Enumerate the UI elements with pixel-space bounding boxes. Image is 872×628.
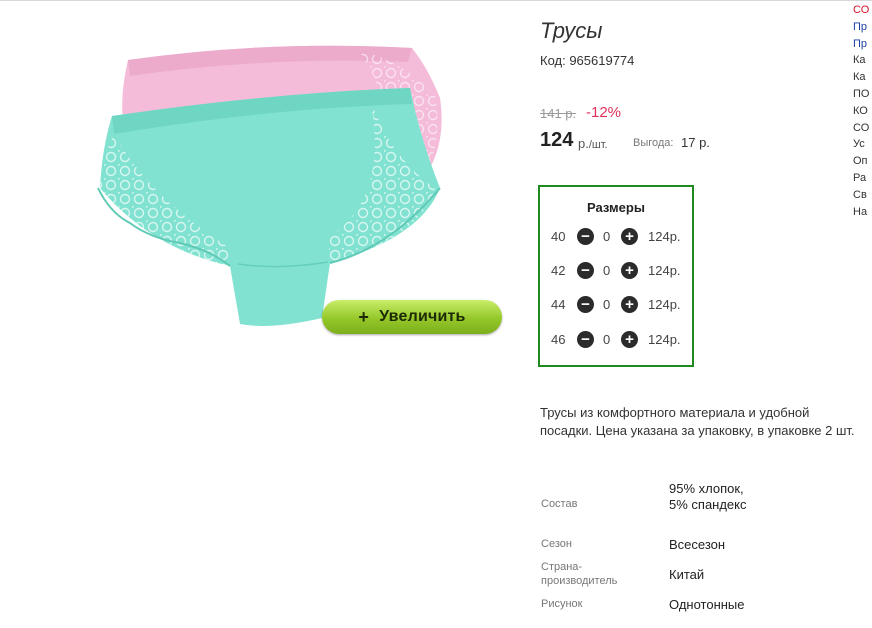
panties-illustration bbox=[97, 45, 442, 326]
size-price: 124р. bbox=[648, 297, 681, 312]
top-divider bbox=[0, 0, 872, 1]
right-link[interactable]: Пр bbox=[853, 19, 869, 36]
discount-badge: -12% bbox=[586, 104, 622, 121]
size-price: 124р. bbox=[648, 229, 681, 244]
right-link[interactable]: Ус bbox=[853, 136, 869, 153]
right-link[interactable]: Св bbox=[853, 187, 869, 204]
current-price: 124 bbox=[540, 129, 574, 151]
product-code: Код: 965619774 bbox=[540, 53, 635, 68]
minus-icon[interactable]: − bbox=[577, 228, 594, 245]
sizes-title: Размеры bbox=[587, 200, 645, 215]
size-row: 46 − 0 + 124р. bbox=[540, 330, 692, 350]
property-label: Рисунок bbox=[541, 598, 583, 610]
right-link[interactable]: СО bbox=[853, 2, 869, 19]
benefit-label: Выгода: bbox=[633, 137, 674, 149]
right-link[interactable]: ПО bbox=[853, 86, 869, 103]
product-description: Трусы из комфортного материала и удобной… bbox=[540, 405, 855, 438]
size-row: 42 − 0 + 124р. bbox=[540, 261, 692, 281]
size-value: 46 bbox=[551, 332, 566, 347]
right-column-links: СО Пр Пр Ка Ка ПО КО СО Ус Оп Ра Св На bbox=[853, 2, 869, 220]
size-value: 40 bbox=[551, 229, 566, 244]
zoom-button[interactable]: + Увеличить bbox=[322, 300, 502, 334]
property-value: Всесезон bbox=[669, 537, 726, 552]
right-link[interactable]: Ка bbox=[853, 52, 869, 69]
property-value: Однотонные bbox=[669, 597, 745, 612]
plus-icon: + bbox=[358, 306, 370, 327]
product-image[interactable] bbox=[90, 38, 460, 338]
plus-icon[interactable]: + bbox=[621, 228, 638, 245]
property-label: Сезон bbox=[541, 538, 572, 550]
size-value: 42 bbox=[551, 263, 566, 278]
property-label: Состав bbox=[541, 498, 578, 510]
property-label: Страна-производитель bbox=[541, 561, 618, 587]
right-link[interactable]: Ка bbox=[853, 69, 869, 86]
price-unit: р./шт. bbox=[578, 136, 608, 151]
zoom-button-label: Увеличить bbox=[379, 308, 466, 325]
old-price: 141 р. bbox=[540, 106, 577, 121]
size-price: 124р. bbox=[648, 332, 681, 347]
size-row: 40 − 0 + 124р. bbox=[540, 227, 692, 247]
minus-icon[interactable]: − bbox=[577, 262, 594, 279]
size-quantity[interactable]: 0 bbox=[603, 229, 610, 244]
plus-icon[interactable]: + bbox=[621, 331, 638, 348]
size-price: 124р. bbox=[648, 263, 681, 278]
size-quantity[interactable]: 0 bbox=[603, 332, 610, 347]
size-quantity[interactable]: 0 bbox=[603, 263, 610, 278]
property-value: 95% хлопок, 5% спандекс bbox=[669, 481, 747, 512]
minus-icon[interactable]: − bbox=[577, 331, 594, 348]
right-link[interactable]: Оп bbox=[853, 153, 869, 170]
right-link[interactable]: КО bbox=[853, 103, 869, 120]
right-link[interactable]: На bbox=[853, 204, 869, 221]
right-link[interactable]: СО bbox=[853, 120, 869, 137]
size-row: 44 − 0 + 124р. bbox=[540, 295, 692, 315]
size-quantity[interactable]: 0 bbox=[603, 297, 610, 312]
property-value: Китай bbox=[669, 567, 705, 582]
minus-icon[interactable]: − bbox=[577, 296, 594, 313]
sizes-panel: Размеры 40 − 0 + 124р. 42 − 0 + 124р. 44… bbox=[538, 185, 694, 367]
right-link[interactable]: Ра bbox=[853, 170, 869, 187]
size-value: 44 bbox=[551, 297, 566, 312]
right-link[interactable]: Пр bbox=[853, 36, 869, 53]
benefit-value: 17 р. bbox=[681, 135, 710, 150]
plus-icon[interactable]: + bbox=[621, 262, 638, 279]
product-title: Трусы bbox=[540, 18, 603, 43]
plus-icon[interactable]: + bbox=[621, 296, 638, 313]
